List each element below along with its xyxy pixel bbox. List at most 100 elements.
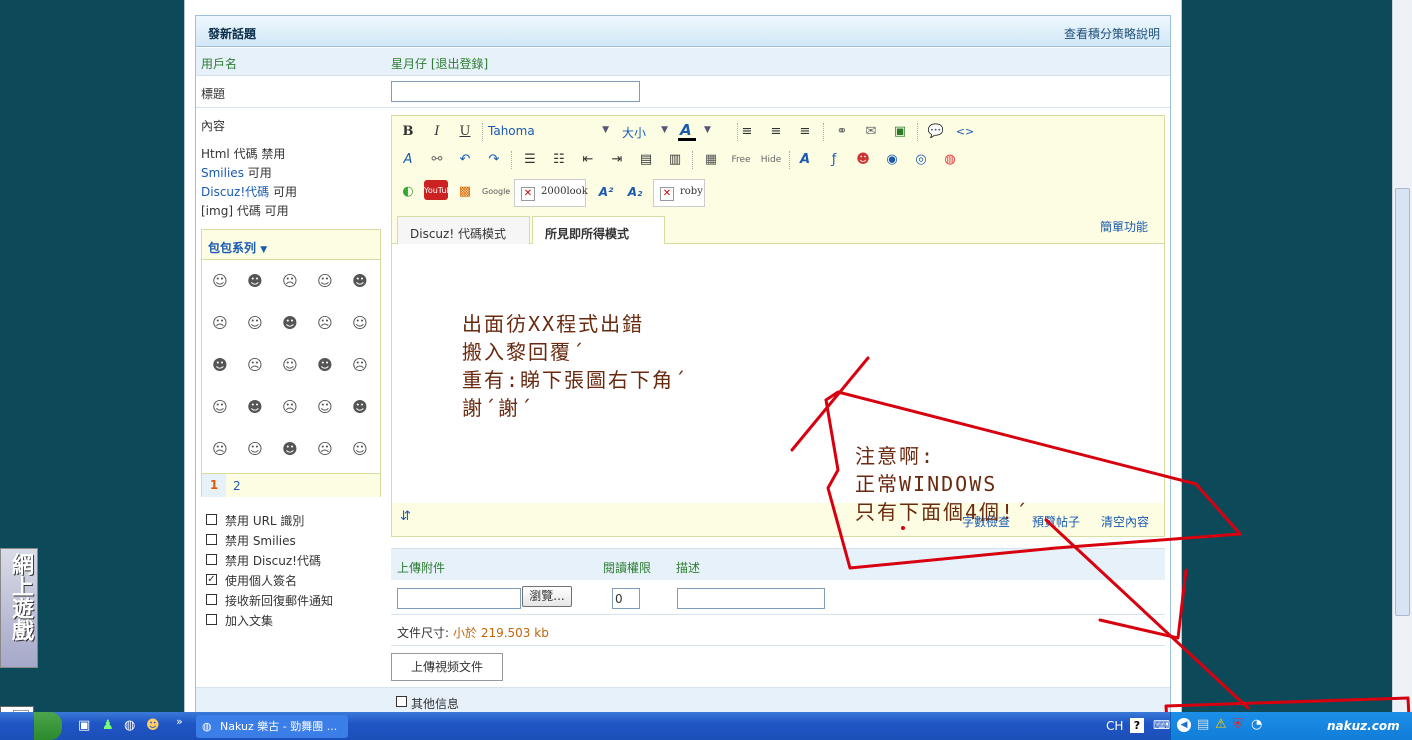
- side-ad-banner[interactable]: 網上遊戲: [0, 548, 38, 668]
- qq-icon[interactable]: ☻: [853, 150, 873, 170]
- smiley-icon[interactable]: ☹: [345, 350, 375, 380]
- smiley-icon[interactable]: ☺: [205, 392, 235, 422]
- undo-icon[interactable]: ↶: [455, 150, 475, 170]
- task-button[interactable]: ◍ Nakuz 樂古 - 勁舞團 ...: [196, 715, 348, 738]
- indent-icon[interactable]: ⇥: [607, 150, 627, 170]
- align-left-icon[interactable]: ≡: [737, 122, 757, 142]
- vertical-scrollbar[interactable]: [1392, 0, 1412, 712]
- float-right-icon[interactable]: ▥: [665, 150, 685, 170]
- flash-icon[interactable]: ƒ: [824, 150, 844, 170]
- network-icon[interactable]: ▤: [1197, 717, 1209, 732]
- outdent-icon[interactable]: ⇤: [578, 150, 598, 170]
- size-select[interactable]: 大小 ▼: [622, 124, 668, 142]
- smilies-page-2[interactable]: 2: [233, 479, 241, 493]
- title-input[interactable]: [391, 81, 640, 102]
- real-media-icon[interactable]: ◉: [882, 150, 902, 170]
- subscript-button[interactable]: A₂: [625, 182, 645, 202]
- smiley-icon[interactable]: ☹: [205, 434, 235, 464]
- smiley-icon[interactable]: ☺: [345, 434, 375, 464]
- chevron-right-icon[interactable]: »: [176, 715, 183, 728]
- hide-button[interactable]: Hide: [758, 150, 784, 170]
- image-icon[interactable]: ▣: [890, 122, 910, 142]
- italic-button[interactable]: I: [427, 122, 447, 142]
- editor-content[interactable]: 出面彷XX程式出錯 搬入黎回覆´ 重有:睇下張圖右下角´ 謝´謝´: [392, 244, 1164, 504]
- clear-content-link[interactable]: 清空內容: [1101, 513, 1149, 530]
- simple-mode-link[interactable]: 簡單功能: [1100, 218, 1148, 235]
- youtube-button[interactable]: YouTube: [424, 180, 457, 200]
- start-button[interactable]: [34, 712, 62, 740]
- image-2000look[interactable]: ✕ 2000look: [514, 179, 588, 207]
- smiley-icon[interactable]: ☹: [275, 392, 305, 422]
- align-right-icon[interactable]: ≡: [795, 122, 815, 142]
- smilies-page-1[interactable]: 1: [202, 474, 226, 497]
- quicklaunch-desktop-icon[interactable]: ▣: [78, 718, 90, 733]
- attach-description-input[interactable]: [677, 588, 825, 609]
- option-checkbox[interactable]: [206, 614, 217, 625]
- smiley-icon[interactable]: ☹: [240, 350, 270, 380]
- help-icon[interactable]: ?: [1130, 718, 1144, 733]
- keyboard-icon[interactable]: ⌨: [1153, 718, 1170, 732]
- smiley-icon[interactable]: ☺: [205, 266, 235, 296]
- username-value[interactable]: 星月仔 [退出登錄]: [391, 55, 488, 72]
- unlink-icon[interactable]: ⚯: [427, 150, 447, 170]
- float-left-icon[interactable]: ▤: [636, 150, 656, 170]
- font-select[interactable]: Tahoma ▼: [488, 124, 613, 142]
- free-button[interactable]: Free: [728, 150, 754, 170]
- font-style-icon[interactable]: A: [795, 150, 815, 170]
- align-center-icon[interactable]: ≡: [766, 122, 786, 142]
- option-checkbox[interactable]: [206, 554, 217, 565]
- security-alert-icon[interactable]: ⚠: [1215, 717, 1227, 732]
- resize-icon[interactable]: ⇵: [400, 509, 411, 524]
- smiley-icon[interactable]: ☺: [240, 308, 270, 338]
- scrollbar-thumb[interactable]: [1395, 188, 1410, 616]
- credit-policy-link[interactable]: 查看積分策略說明: [1064, 25, 1160, 42]
- option-row[interactable]: 接收新回復郵件通知: [206, 592, 386, 610]
- smiley-icon[interactable]: ☻: [240, 392, 270, 422]
- option-row[interactable]: 加入文集: [206, 612, 386, 630]
- quote-icon[interactable]: 💬: [926, 122, 946, 142]
- smiley-icon[interactable]: ☺: [345, 308, 375, 338]
- radio-icon[interactable]: ◐: [398, 182, 418, 202]
- smiley-icon[interactable]: ☻: [275, 434, 305, 464]
- quicklaunch-app-icon[interactable]: ☻: [146, 718, 160, 733]
- photo-icon[interactable]: ▩: [455, 182, 475, 202]
- smiley-icon[interactable]: ☹: [205, 308, 235, 338]
- option-checkbox[interactable]: [206, 514, 217, 525]
- language-indicator[interactable]: CH: [1106, 719, 1123, 733]
- option-row[interactable]: ✓ 使用個人簽名: [206, 572, 386, 590]
- antivirus-icon[interactable]: ⛨: [1233, 717, 1243, 732]
- google-button[interactable]: Google: [482, 182, 510, 202]
- option-row[interactable]: 禁用 Smilies: [206, 532, 386, 550]
- smiley-icon[interactable]: ☻: [345, 392, 375, 422]
- bold-button[interactable]: B: [398, 122, 418, 142]
- preview-link[interactable]: 預覽帖子: [1032, 513, 1080, 530]
- upload-video-button[interactable]: 上傳視频文件: [391, 653, 503, 681]
- email-icon[interactable]: ✉: [861, 122, 881, 142]
- redo-icon[interactable]: ↷: [484, 150, 504, 170]
- smiley-icon[interactable]: ☻: [205, 350, 235, 380]
- attach-permission-input[interactable]: 0: [612, 588, 640, 609]
- chevron-left-icon[interactable]: ◀: [1177, 718, 1191, 732]
- superscript-button[interactable]: A²: [596, 182, 616, 202]
- update-icon[interactable]: ◔: [1251, 717, 1262, 732]
- underline-button[interactable]: U: [455, 122, 475, 142]
- smiley-icon[interactable]: ☺: [275, 350, 305, 380]
- code-icon[interactable]: <>: [955, 122, 975, 142]
- browse-button[interactable]: 瀏覽...: [522, 586, 572, 607]
- unordered-list-icon[interactable]: ☷: [549, 150, 569, 170]
- attach-file-input[interactable]: [397, 588, 521, 609]
- image-roby[interactable]: ✕ roby: [653, 179, 705, 207]
- option-checkbox[interactable]: ✓: [206, 574, 217, 585]
- windows-media-icon[interactable]: ◎: [911, 150, 931, 170]
- tab-discuz-code[interactable]: Discuz! 代碼模式: [397, 216, 530, 244]
- smiley-icon[interactable]: ☺: [240, 434, 270, 464]
- smiley-icon[interactable]: ☻: [275, 308, 305, 338]
- table-icon[interactable]: ▦: [701, 150, 721, 170]
- link-icon[interactable]: ⚭: [832, 122, 852, 142]
- quicklaunch-browser-icon[interactable]: ◍: [124, 718, 135, 733]
- tab-wysiwyg[interactable]: 所見即所得模式: [532, 216, 665, 245]
- media-player-icon[interactable]: ◍: [940, 150, 960, 170]
- other-info-checkbox[interactable]: [396, 696, 407, 707]
- smiley-icon[interactable]: ☺: [310, 266, 340, 296]
- ordered-list-icon[interactable]: ☰: [520, 150, 540, 170]
